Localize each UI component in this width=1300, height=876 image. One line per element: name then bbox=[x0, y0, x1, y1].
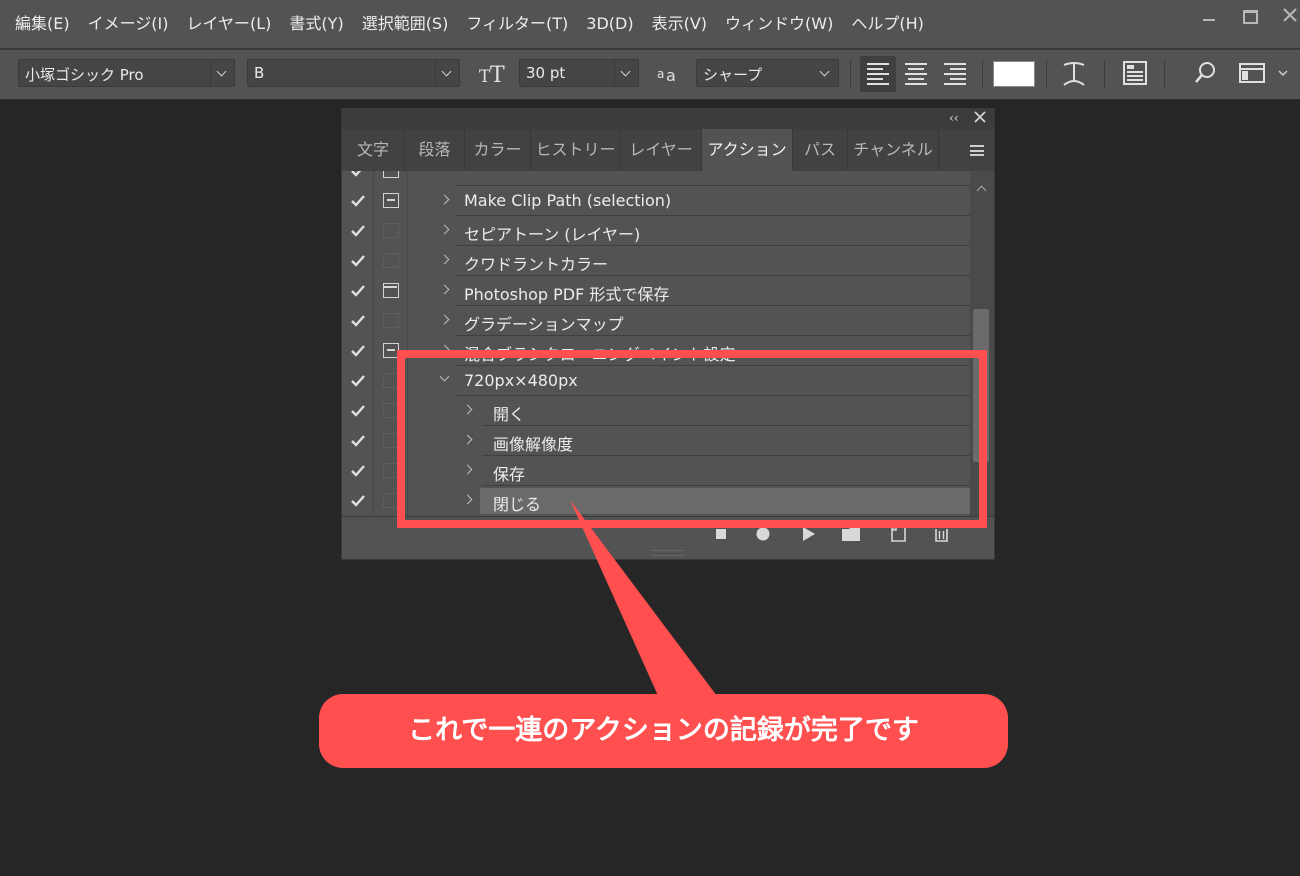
highlight-box bbox=[397, 350, 987, 528]
callout-text: これで一連のアクションの記録が完了です bbox=[408, 715, 919, 746]
callout-bubble: これで一連のアクションの記録が完了です bbox=[319, 694, 1008, 768]
